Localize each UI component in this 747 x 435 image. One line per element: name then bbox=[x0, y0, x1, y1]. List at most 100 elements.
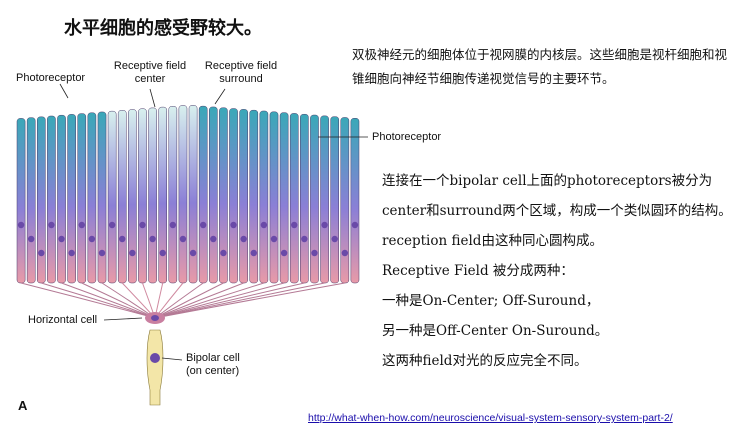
rf-surround-pointer bbox=[214, 88, 226, 105]
photoreceptor-cell bbox=[310, 114, 319, 284]
photoreceptor-nucleus bbox=[129, 249, 136, 257]
photoreceptor-cell bbox=[239, 109, 248, 284]
photoreceptor-nucleus bbox=[159, 249, 166, 257]
photoreceptor-cell bbox=[26, 117, 36, 284]
photoreceptor-cell bbox=[198, 105, 208, 284]
synapse-connection bbox=[154, 282, 285, 319]
photoreceptor-cell bbox=[36, 116, 46, 284]
photoreceptor-cell bbox=[330, 116, 340, 284]
photoreceptor-cell bbox=[168, 106, 178, 284]
photoreceptor-nucleus bbox=[280, 249, 288, 257]
rf-surround-label-line2: surround bbox=[219, 73, 263, 85]
photoreceptor-nucleus bbox=[58, 235, 65, 243]
paragraph-2: Receptive Field 被分成两种： bbox=[382, 263, 574, 279]
photoreceptor-nucleus bbox=[210, 235, 217, 243]
photoreceptor-nucleus bbox=[270, 235, 278, 243]
photoreceptor-cell bbox=[57, 114, 66, 284]
bipolar-cell-label: Bipolar cell (on center) bbox=[186, 352, 240, 378]
photoreceptor-nucleus bbox=[351, 221, 359, 229]
photoreceptor-cell bbox=[340, 117, 350, 284]
photoreceptor-left-pointer bbox=[59, 83, 69, 99]
rf-center-label-line2: center bbox=[134, 73, 166, 85]
photoreceptor-cell bbox=[219, 107, 228, 284]
bipolar-cell-pointer bbox=[161, 357, 183, 361]
photoreceptor-cell bbox=[178, 105, 188, 284]
intro-text: 双极神经元的细胞体位于视网膜的内核层。这些细胞是视杆细胞和视锥细胞向神经节细胞传… bbox=[352, 47, 728, 86]
photoreceptor-nucleus bbox=[48, 221, 55, 229]
horizontal-cell-nucleus bbox=[151, 315, 159, 321]
photoreceptor-nucleus bbox=[240, 235, 247, 243]
photoreceptor-nucleus bbox=[341, 249, 349, 257]
photoreceptor-nucleus bbox=[98, 249, 106, 257]
photoreceptor-nucleus bbox=[250, 249, 257, 257]
photoreceptor-cell bbox=[97, 111, 107, 284]
photoreceptor-cell bbox=[128, 109, 137, 284]
photoreceptor-nucleus bbox=[169, 221, 177, 229]
photoreceptor-nucleus bbox=[108, 221, 116, 229]
photoreceptor-cell bbox=[279, 112, 289, 284]
photoreceptor-cell bbox=[87, 112, 97, 284]
photoreceptor-nucleus bbox=[78, 221, 85, 229]
photoreceptor-nucleus bbox=[199, 221, 207, 229]
photoreceptor-nucleus bbox=[331, 235, 338, 243]
photoreceptor-cell bbox=[249, 109, 259, 284]
photoreceptor-nucleus bbox=[139, 221, 146, 229]
photoreceptor-cell bbox=[117, 110, 127, 284]
photoreceptor-cell bbox=[77, 113, 87, 284]
photoreceptor-nucleus bbox=[17, 221, 25, 229]
photoreceptor-cell bbox=[158, 106, 168, 284]
photoreceptor-cell bbox=[107, 110, 117, 284]
rf-center-label-line1: Receptive field bbox=[113, 60, 187, 72]
bipolar-cell-body bbox=[146, 329, 164, 406]
photoreceptor-cell bbox=[188, 105, 198, 284]
photoreceptor-nucleus bbox=[301, 235, 308, 243]
bipolar-cell-label-line1: Bipolar cell bbox=[186, 352, 240, 364]
paragraph-1: 连接在一个bipolar cell上面的photoreceptors被分为cen… bbox=[382, 173, 732, 249]
rf-surround-label-line1: Receptive field bbox=[204, 60, 278, 72]
paragraph-3: 一种是On-Center; Off-Suround， bbox=[382, 293, 600, 309]
synapse-connection bbox=[61, 282, 156, 319]
photoreceptor-cell bbox=[229, 108, 238, 284]
photoreceptor-nucleus bbox=[260, 221, 268, 229]
photoreceptor-cell bbox=[289, 113, 299, 284]
synapse-connection bbox=[41, 282, 156, 319]
photoreceptor-nucleus bbox=[88, 235, 96, 243]
rf-center-label: Receptive field center bbox=[105, 60, 195, 86]
photoreceptor-nucleus bbox=[189, 249, 197, 257]
body-text: 连接在一个bipolar cell上面的photoreceptors被分为cen… bbox=[382, 166, 742, 376]
bipolar-cell-nucleus bbox=[150, 353, 160, 363]
horizontal-cell-label: Horizontal cell bbox=[28, 314, 98, 326]
rf-surround-label: Receptive field surround bbox=[196, 60, 286, 86]
paragraph-4: 另一种是Off-Center On-Suround。 bbox=[382, 323, 609, 339]
photoreceptor-nucleus bbox=[38, 249, 45, 257]
paragraph-5: 这两种field对光的反应完全不同。 bbox=[382, 353, 588, 369]
synapse-connection bbox=[154, 282, 345, 319]
synapse-connection bbox=[20, 282, 156, 319]
photoreceptor-cell bbox=[300, 113, 309, 284]
photoreceptor-nucleus bbox=[27, 235, 35, 243]
photoreceptor-label-right: Photoreceptor bbox=[372, 131, 442, 143]
photoreceptor-cell bbox=[67, 114, 76, 284]
photoreceptor-cell bbox=[148, 107, 157, 284]
photoreceptor-label-left: Photoreceptor bbox=[16, 72, 86, 84]
photoreceptor-nucleus bbox=[119, 235, 126, 243]
photoreceptor-nucleus bbox=[230, 221, 237, 229]
photoreceptor-cell bbox=[350, 118, 360, 284]
photoreceptor-nucleus bbox=[291, 221, 298, 229]
synapse-connection bbox=[154, 282, 224, 319]
photoreceptor-cell bbox=[208, 106, 218, 284]
photoreceptor-nucleus bbox=[149, 235, 156, 243]
bipolar-cell-label-line2: (on center) bbox=[186, 365, 240, 377]
photoreceptor-cell bbox=[259, 110, 269, 284]
source-link[interactable]: http://what-when-how.com/neuroscience/vi… bbox=[308, 412, 673, 424]
horizontal-cell-pointer bbox=[103, 317, 143, 321]
panel-label: A bbox=[18, 398, 28, 413]
synaptic-wiring bbox=[20, 282, 345, 319]
photoreceptor-cell bbox=[47, 115, 56, 284]
photoreceptor-array bbox=[16, 105, 360, 284]
photoreceptor-nucleus bbox=[179, 235, 187, 243]
photoreceptor-cell bbox=[16, 118, 26, 284]
photoreceptor-cell bbox=[320, 115, 329, 284]
photoreceptor-nucleus bbox=[311, 249, 318, 257]
photoreceptor-cell bbox=[138, 108, 147, 284]
